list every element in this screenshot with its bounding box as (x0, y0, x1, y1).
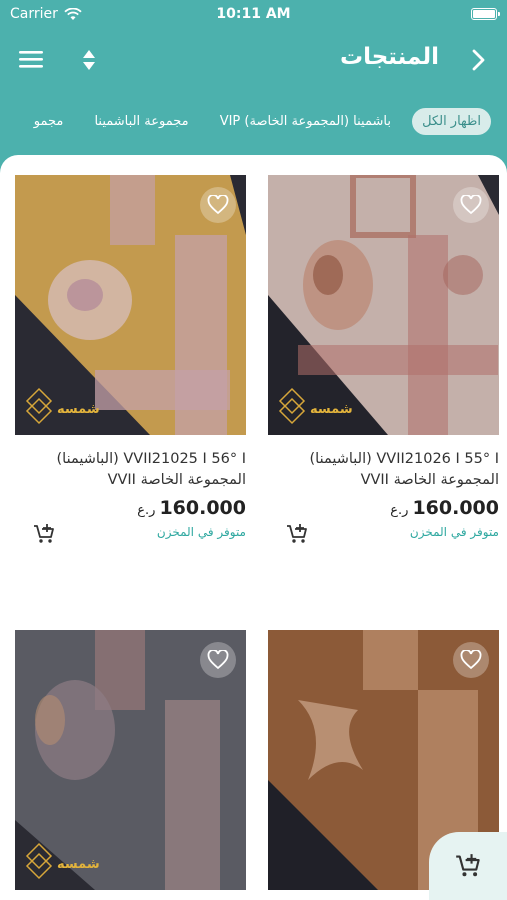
tab-more[interactable]: مجمو (24, 108, 74, 135)
svg-text:شمسه: شمسه (310, 402, 353, 417)
product-card[interactable]: شمسه (15, 630, 246, 890)
svg-text:شمسه: شمسه (57, 402, 100, 417)
page-title: المنتجات (339, 44, 439, 70)
brand-logo: شمسه (25, 842, 100, 880)
product-card[interactable]: شمسه VVII21025 I 56° I (الباشيمنا) المجم… (15, 175, 246, 547)
favorite-button[interactable] (200, 642, 236, 678)
cart-plus-icon (456, 854, 480, 877)
product-image[interactable]: شمسه (15, 630, 246, 890)
cart-plus-icon (287, 524, 307, 543)
favorite-button[interactable] (453, 187, 489, 223)
product-name[interactable]: VVII21026 I 55° I (الباشيمنا) المجموعة ا… (268, 449, 499, 493)
price-currency: ر.ع (137, 503, 156, 518)
add-to-cart-button[interactable] (286, 523, 308, 545)
status-bar: Carrier 10:11 AM (0, 0, 507, 28)
tab-pashmina-collection[interactable]: مجموعة الباشمينا (84, 108, 198, 135)
back-button[interactable] (467, 47, 489, 73)
cart-plus-icon (34, 524, 54, 543)
sort-icon (83, 50, 95, 70)
tab-pashmina-vip[interactable]: باشمينا (المجموعة الخاصة) VIP (210, 108, 401, 135)
sort-button[interactable] (78, 46, 100, 74)
product-grid: شمسه VVII21026 I 55° I (الباشيمنا) المجم… (0, 155, 507, 900)
heart-icon (207, 650, 229, 670)
floating-cart-button[interactable] (429, 832, 507, 900)
chevron-right-icon (472, 49, 485, 71)
category-tabs: اظهار الكل باشمينا (المجموعة الخاصة) VIP… (0, 108, 507, 142)
add-to-cart-button[interactable] (33, 523, 55, 545)
product-image[interactable]: شمسه (15, 175, 246, 435)
product-image[interactable]: شمسه (268, 175, 499, 435)
price-value: 160.000 (412, 497, 499, 519)
price-value: 160.000 (159, 497, 246, 519)
stock-status: متوفر في المخزن (156, 525, 246, 539)
price-currency: ر.ع (390, 503, 409, 518)
nav-bar: المنتجات (0, 36, 507, 84)
brand-logo: شمسه (278, 387, 353, 425)
favorite-button[interactable] (200, 187, 236, 223)
product-price: 160.000ر.ع (268, 497, 499, 519)
product-card[interactable]: شمسه VVII21026 I 55° I (الباشيمنا) المجم… (268, 175, 499, 547)
product-name[interactable]: VVII21025 I 56° I (الباشيمنا) المجموعة ا… (15, 449, 246, 493)
battery-icon (471, 8, 500, 20)
brand-logo: شمسه (25, 387, 100, 425)
heart-icon (207, 195, 229, 215)
status-time: 10:11 AM (216, 6, 291, 22)
menu-button[interactable] (18, 48, 44, 70)
heart-icon (460, 195, 482, 215)
heart-icon (460, 650, 482, 670)
menu-icon (19, 51, 43, 68)
stock-status: متوفر في المخزن (409, 525, 499, 539)
product-price: 160.000ر.ع (15, 497, 246, 519)
svg-text:شمسه: شمسه (57, 857, 100, 872)
favorite-button[interactable] (453, 642, 489, 678)
tab-show-all[interactable]: اظهار الكل (412, 108, 491, 135)
